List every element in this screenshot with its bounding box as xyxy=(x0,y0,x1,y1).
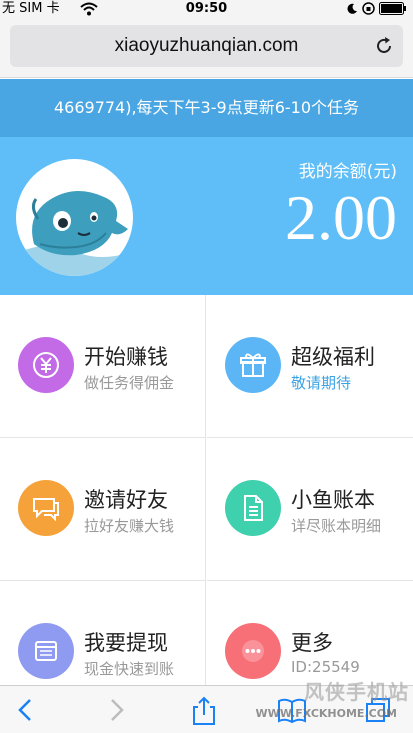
menu-item-start-earning[interactable]: 开始赚钱 做任务得佣金 xyxy=(0,295,206,438)
reload-icon[interactable] xyxy=(373,35,395,57)
more-icon xyxy=(225,623,281,679)
menu-item-title: 开始赚钱 xyxy=(84,345,168,369)
menu-item-title: 我要提现 xyxy=(84,631,168,655)
watermark-url: WWW.FXCKHOME.COM xyxy=(255,707,397,720)
menu-item-title: 更多 xyxy=(291,631,333,655)
avatar[interactable] xyxy=(16,159,133,276)
menu-item-subtitle: 详尽账本明细 xyxy=(291,517,382,535)
balance-value: 2.00 xyxy=(285,182,397,253)
status-bar: 无 SIM 卡 09:50 xyxy=(0,0,413,18)
rotation-lock-icon xyxy=(362,2,375,19)
menu-item-fish-ledger[interactable]: 小鱼账本 详尽账本明细 xyxy=(207,438,413,581)
menu-grid: 开始赚钱 做任务得佣金 超级福利 敬请期待 邀请好友 拉好友赚大钱 小鱼账本 详… xyxy=(0,295,413,724)
menu-item-subtitle: 拉好友赚大钱 xyxy=(84,517,175,535)
back-icon[interactable] xyxy=(12,696,40,724)
menu-item-super-benefits[interactable]: 超级福利 敬请期待 xyxy=(207,295,413,438)
menu-item-title: 邀请好友 xyxy=(84,488,168,512)
profile-header: 我的余额(元) 2.00 xyxy=(0,137,413,295)
fish-mascot-icon xyxy=(16,190,133,276)
menu-item-title: 超级福利 xyxy=(291,345,375,369)
balance-label: 我的余额(元) xyxy=(298,162,397,182)
chat-bubbles-icon xyxy=(18,480,74,536)
menu-item-subtitle: 现金快速到账 xyxy=(84,660,175,678)
user-id-label: ID:25549 xyxy=(291,658,360,676)
wallet-icon xyxy=(18,623,74,679)
address-bar[interactable]: xiaoyuzhuanqian.com xyxy=(10,25,403,67)
battery-icon xyxy=(379,2,407,19)
watermark: 风侠手机站 xyxy=(304,680,409,704)
share-icon[interactable] xyxy=(190,696,218,725)
menu-item-subtitle: 敬请期待 xyxy=(291,374,352,392)
browser-address-area: xiaoyuzhuanqian.com xyxy=(0,18,413,78)
menu-item-invite-friends[interactable]: 邀请好友 拉好友赚大钱 xyxy=(0,438,206,581)
yen-icon xyxy=(18,337,74,393)
gift-icon xyxy=(225,337,281,393)
notice-banner: 4669774),每天下午3-9点更新6-10个任务 xyxy=(0,79,413,137)
menu-item-title: 小鱼账本 xyxy=(291,488,375,512)
moon-icon xyxy=(346,3,358,19)
forward-icon[interactable] xyxy=(102,696,130,724)
menu-item-subtitle: 做任务得佣金 xyxy=(84,374,175,392)
document-icon xyxy=(225,480,281,536)
url-text[interactable]: xiaoyuzhuanqian.com xyxy=(10,25,367,67)
